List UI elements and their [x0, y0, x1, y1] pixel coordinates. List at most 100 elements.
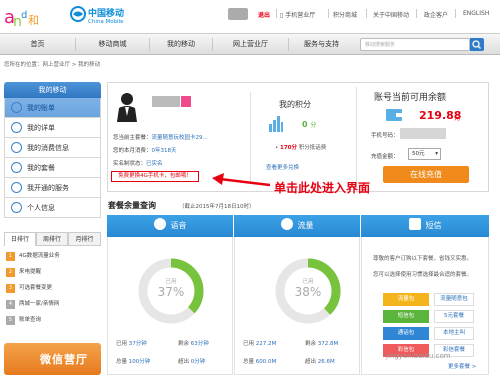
- rank-item[interactable]: 4 两城一家/亲情网: [6, 297, 101, 311]
- mobile-hall-link[interactable]: ▯ 手机营业厅: [280, 10, 315, 19]
- voice-used: 已用 37分钟: [116, 339, 147, 347]
- sidebar-item-profile[interactable]: 个人信息: [4, 198, 101, 218]
- usage-value: 0年318天: [151, 148, 177, 154]
- data-panel: 已用 38% 已用 227.2M 剩余 372.8M 总量 600.0M 超出 …: [234, 237, 360, 375]
- voice-used-label: 已用: [165, 279, 177, 285]
- usage-label: 您的本月消费：: [113, 148, 152, 154]
- tab-data[interactable]: 流量: [234, 215, 360, 237]
- phone-input-blurred[interactable]: [400, 128, 446, 139]
- amount-select[interactable]: 50元 ▾: [408, 148, 441, 160]
- points-mall-link[interactable]: 积分商城: [333, 10, 357, 19]
- call-pack-button[interactable]: 通话包: [383, 327, 429, 340]
- flow-pack-button[interactable]: 流量包: [383, 293, 429, 306]
- nav-mall[interactable]: 移动商城: [76, 34, 149, 55]
- sidebar-title[interactable]: 我的移动: [4, 82, 101, 98]
- amount-value: 50元: [412, 151, 425, 157]
- usage-val: 600.0M: [255, 359, 277, 365]
- points-value: 0 分: [302, 120, 316, 129]
- call-pack-link[interactable]: 本地主叫: [434, 327, 474, 340]
- divider: [416, 9, 417, 18]
- realname-value: 已实名: [146, 161, 163, 167]
- more-exchange-link[interactable]: 查看更多兑换: [266, 163, 299, 171]
- sms-pack-button[interactable]: 短信包: [383, 310, 429, 323]
- bullet: •: [275, 145, 279, 151]
- detail-icon: [11, 122, 22, 133]
- amount-label: 充值金额：: [371, 154, 399, 160]
- usage-key: 剩余: [178, 341, 190, 347]
- upgrade-4g-link[interactable]: 免费更换4G手机卡，包邮哦！: [111, 171, 199, 182]
- enterprise-link[interactable]: 政企客户: [424, 10, 448, 19]
- usage-val: 63分钟: [190, 341, 209, 347]
- sms-pack-link[interactable]: 5元套餐: [434, 310, 474, 323]
- usage-key: 已用: [116, 341, 128, 347]
- breadcrumb: 您所在的位置：网上营业厅 > 我的移动: [4, 62, 101, 68]
- voice-over: 超出 0分钟: [178, 357, 205, 365]
- usage-val: 26.6M: [317, 359, 335, 365]
- rank-label: 4G数据流量业务: [19, 253, 60, 259]
- rank-item[interactable]: 5 账单查询: [6, 313, 101, 327]
- tab-voice[interactable]: 语音: [107, 215, 233, 237]
- flow-pack-link[interactable]: 流量随意包: [434, 293, 474, 306]
- sidebar-item-detail[interactable]: 我的详单: [4, 118, 101, 138]
- tab-monthly[interactable]: 月排行: [68, 232, 101, 246]
- sidebar-item-consume[interactable]: 我的消费信息: [4, 138, 101, 158]
- sidebar-item-service[interactable]: 我开通的服务: [4, 178, 101, 198]
- nav-home[interactable]: 首页: [0, 34, 75, 55]
- watermark: jingyan.baidu.com: [386, 352, 451, 360]
- usage-val: 37分钟: [128, 341, 147, 347]
- tab-voice-label: 语音: [170, 221, 187, 230]
- usage-key: 已用: [243, 341, 255, 347]
- search-icon: [472, 40, 481, 49]
- rank-item[interactable]: 2 来电提醒: [6, 265, 101, 279]
- plan-link[interactable]: 流量随意玩校园卡29...: [152, 135, 208, 141]
- package-title: 套餐余量查询: [108, 201, 156, 210]
- divider: [328, 9, 329, 18]
- nav-my-mobile[interactable]: 我的移动: [150, 34, 212, 55]
- data-remain: 剩余 372.8M: [305, 339, 338, 347]
- tab-sms[interactable]: 短信: [361, 215, 489, 237]
- usage-key: 超出: [305, 359, 317, 365]
- search-button[interactable]: [470, 38, 484, 51]
- rank-item[interactable]: 1 4G数据流量业务: [6, 249, 101, 263]
- user-icon: [11, 202, 22, 213]
- logout-link[interactable]: 退出: [258, 10, 270, 19]
- recharge-button[interactable]: 在线充值: [383, 166, 469, 183]
- voice-percent: 37%: [157, 285, 185, 299]
- nav-support[interactable]: 服务与支持: [289, 34, 354, 55]
- package-note: （截止2015年7月18日10时）: [179, 204, 255, 210]
- package-icon: [11, 162, 22, 173]
- points-exchange-label: 积分抵话费: [298, 145, 327, 151]
- and-logo: a n d 和: [4, 7, 39, 30]
- realname-line: 实名制状态：已实名: [113, 159, 163, 167]
- rank-item[interactable]: 3 可选套餐变更: [6, 281, 101, 295]
- about-link[interactable]: 关于中国移动: [373, 10, 409, 19]
- usage-val: 227.2M: [255, 341, 277, 347]
- mail-icon: [408, 218, 421, 230]
- chevron-down-icon: ▾: [435, 151, 438, 157]
- english-link[interactable]: ENGLISH: [463, 10, 489, 17]
- sidebar-item-label: 个人信息: [27, 204, 55, 212]
- sms-intro-2: 您可以选择使用习惯选择最合适的套餐。: [373, 272, 473, 278]
- svg-text:和: 和: [28, 14, 39, 27]
- sidebar-item-bill[interactable]: 我的账单: [4, 98, 101, 118]
- sidebar-item-label: 我的消费信息: [27, 144, 69, 152]
- rank-number: 1: [6, 252, 15, 261]
- realname-label: 实名制状态：: [113, 161, 147, 167]
- avatar: [117, 93, 137, 122]
- wechat-promo-banner[interactable]: 微信营厅: [4, 343, 101, 375]
- more-packages-link[interactable]: 更多套餐 >: [448, 362, 476, 370]
- china-mobile-logo[interactable]: 中国移动 China Mobile: [70, 4, 124, 34]
- search-placeholder: 移动搜索服务: [365, 42, 396, 48]
- china-mobile-mark-icon: [70, 6, 86, 22]
- tab-weekly[interactable]: 周排行: [36, 232, 68, 246]
- wallet-icon: [386, 109, 402, 121]
- nav-online-hall[interactable]: 网上营业厅: [213, 34, 288, 55]
- sidebar-item-label: 我的详单: [27, 124, 55, 132]
- annotation-text: 单击此处进入界面: [274, 181, 371, 195]
- search-input[interactable]: 移动搜索服务: [360, 38, 470, 51]
- mobile-hall-label: 手机营业厅: [285, 12, 316, 19]
- sidebar-item-package[interactable]: 我的套餐: [4, 158, 101, 178]
- tab-daily[interactable]: 日排行: [4, 232, 36, 246]
- usage-key: 超出: [178, 359, 190, 365]
- data-over: 超出 26.6M: [305, 357, 335, 365]
